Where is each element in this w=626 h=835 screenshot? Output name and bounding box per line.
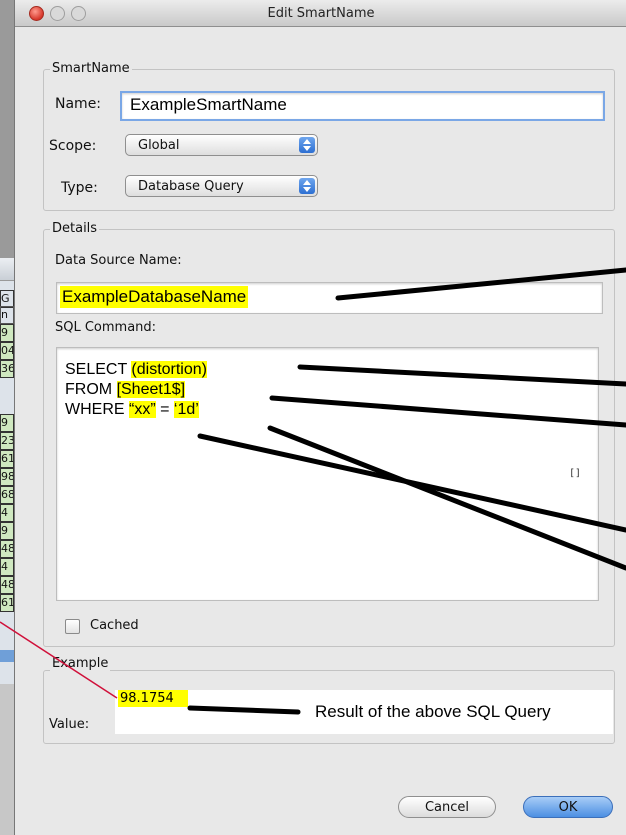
select-callout-line [297, 364, 626, 387]
annotation-overlay [0, 267, 626, 715]
from-callout-line [269, 395, 626, 428]
where-column-callout-line [197, 433, 626, 533]
where-value-callout-line [267, 425, 626, 571]
dsn-callout-line [335, 267, 626, 301]
cell-link-line [0, 621, 118, 699]
value-callout-line [187, 705, 301, 715]
